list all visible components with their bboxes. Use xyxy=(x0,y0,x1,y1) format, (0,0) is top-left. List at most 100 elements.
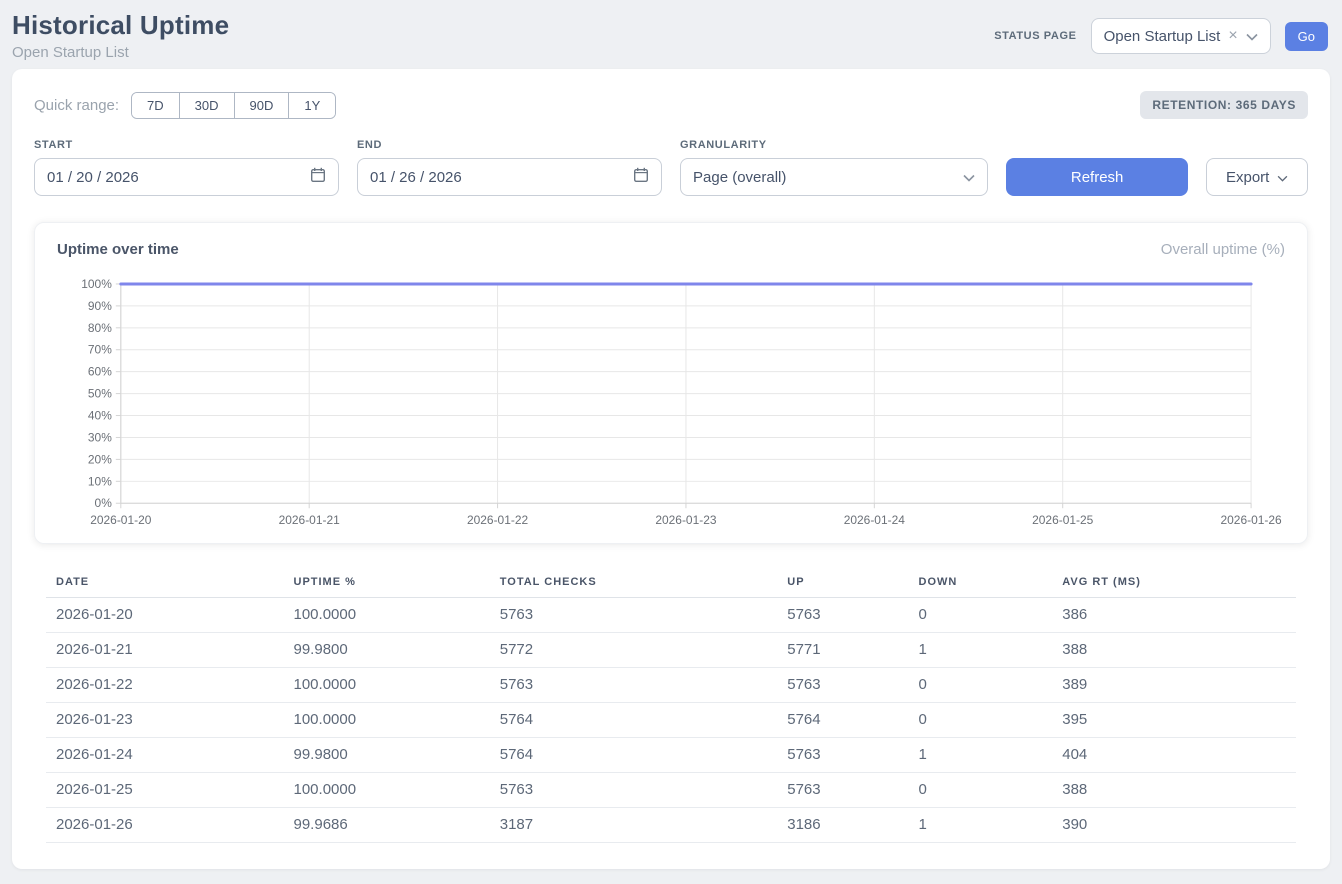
table-cell: 404 xyxy=(1052,738,1296,773)
table-cell: 0 xyxy=(909,703,1053,738)
column-header: AVG RT (MS) xyxy=(1052,568,1296,598)
filters-row: START 01 / 20 / 2026 END 01 / 26 / 2026 … xyxy=(34,139,1308,196)
table-cell: 1 xyxy=(909,808,1053,843)
table-cell: 2026-01-26 xyxy=(46,808,284,843)
granularity-field: GRANULARITY Page (overall) xyxy=(680,139,988,196)
y-tick-label: 60% xyxy=(88,365,112,379)
top-header: Historical Uptime Open Startup List STAT… xyxy=(0,0,1342,69)
x-tick-label: 2026-01-24 xyxy=(844,513,905,527)
calendar-icon[interactable] xyxy=(310,167,326,187)
uptime-line-chart[interactable]: 0%10%20%30%40%50%60%70%80%90%100%2026-01… xyxy=(57,272,1285,533)
export-button-label: Export xyxy=(1226,169,1269,186)
granularity-label: GRANULARITY xyxy=(680,139,988,151)
table-cell: 3187 xyxy=(490,808,778,843)
table-cell: 2026-01-23 xyxy=(46,703,284,738)
table-row: 2026-01-22100.0000576357630389 xyxy=(46,668,1296,703)
granularity-select[interactable]: Page (overall) xyxy=(680,158,988,196)
header-controls: STATUS PAGE Open Startup List × Go xyxy=(994,18,1328,54)
clear-selection-icon[interactable]: × xyxy=(1228,28,1237,44)
table-cell: 1 xyxy=(909,633,1053,668)
refresh-button[interactable]: Refresh xyxy=(1006,158,1188,196)
table-cell: 2026-01-20 xyxy=(46,598,284,633)
table-cell: 5764 xyxy=(490,703,778,738)
table-row: 2026-01-23100.0000576457640395 xyxy=(46,703,1296,738)
calendar-icon[interactable] xyxy=(633,167,649,187)
start-date-input[interactable]: 01 / 20 / 2026 xyxy=(34,158,339,196)
table-cell: 5763 xyxy=(777,738,908,773)
chevron-down-icon xyxy=(963,169,975,186)
table-cell: 100.0000 xyxy=(284,598,490,633)
table-cell: 1 xyxy=(909,738,1053,773)
start-date-field: START 01 / 20 / 2026 xyxy=(34,139,339,196)
quick-range-left: Quick range: 7D30D90D1Y xyxy=(34,92,336,119)
x-tick-label: 2026-01-21 xyxy=(279,513,340,527)
table-cell: 5764 xyxy=(490,738,778,773)
x-tick-label: 2026-01-26 xyxy=(1221,513,1282,527)
table-cell: 388 xyxy=(1052,773,1296,808)
column-header: UPTIME % xyxy=(284,568,490,598)
status-page-select[interactable]: Open Startup List × xyxy=(1091,18,1271,54)
table-cell: 5771 xyxy=(777,633,908,668)
column-header: TOTAL CHECKS xyxy=(490,568,778,598)
table-cell: 395 xyxy=(1052,703,1296,738)
end-date-label: END xyxy=(357,139,662,151)
table-cell: 5763 xyxy=(777,598,908,633)
retention-badge: RETENTION: 365 DAYS xyxy=(1140,91,1308,119)
start-date-label: START xyxy=(34,139,339,151)
table-row: 2026-01-25100.0000576357630388 xyxy=(46,773,1296,808)
column-header: DATE xyxy=(46,568,284,598)
uptime-table-section: DATEUPTIME %TOTAL CHECKSUPDOWNAVG RT (MS… xyxy=(34,568,1308,843)
table-cell: 0 xyxy=(909,773,1053,808)
table-cell: 100.0000 xyxy=(284,773,490,808)
status-page-label: STATUS PAGE xyxy=(994,30,1076,42)
table-row: 2026-01-2699.9686318731861390 xyxy=(46,808,1296,843)
table-cell: 2026-01-22 xyxy=(46,668,284,703)
table-cell: 5763 xyxy=(490,668,778,703)
table-cell: 0 xyxy=(909,598,1053,633)
title-block: Historical Uptime Open Startup List xyxy=(12,10,229,61)
granularity-selected-value: Page (overall) xyxy=(693,169,786,186)
table-cell: 3186 xyxy=(777,808,908,843)
table-cell: 2026-01-25 xyxy=(46,773,284,808)
main-panel: Quick range: 7D30D90D1Y RETENTION: 365 D… xyxy=(12,69,1330,869)
quick-range-30d-button[interactable]: 30D xyxy=(180,93,235,118)
y-tick-label: 100% xyxy=(81,277,112,291)
y-tick-label: 40% xyxy=(88,409,112,423)
status-page-selected-value: Open Startup List xyxy=(1104,28,1221,45)
x-tick-label: 2026-01-20 xyxy=(90,513,151,527)
table-row: 2026-01-2499.9800576457631404 xyxy=(46,738,1296,773)
export-button[interactable]: Export xyxy=(1206,158,1308,196)
x-tick-label: 2026-01-22 xyxy=(467,513,528,527)
table-cell: 389 xyxy=(1052,668,1296,703)
y-tick-label: 90% xyxy=(88,299,112,313)
column-header: DOWN xyxy=(909,568,1053,598)
x-tick-label: 2026-01-23 xyxy=(655,513,716,527)
quick-range-90d-button[interactable]: 90D xyxy=(235,93,290,118)
table-cell: 5763 xyxy=(490,773,778,808)
table-cell: 5763 xyxy=(777,668,908,703)
uptime-chart-card: Uptime over time Overall uptime (%) 0%10… xyxy=(34,222,1308,544)
quick-range-7d-button[interactable]: 7D xyxy=(132,93,180,118)
chart-legend-label: Overall uptime (%) xyxy=(1161,241,1285,258)
table-cell: 99.9686 xyxy=(284,808,490,843)
quick-range-group: 7D30D90D1Y xyxy=(131,92,336,119)
page-title: Historical Uptime xyxy=(12,10,229,41)
quick-range-row: Quick range: 7D30D90D1Y RETENTION: 365 D… xyxy=(34,91,1308,119)
table-header-row: DATEUPTIME %TOTAL CHECKSUPDOWNAVG RT (MS… xyxy=(46,568,1296,598)
table-cell: 100.0000 xyxy=(284,668,490,703)
y-tick-label: 10% xyxy=(88,474,112,488)
go-button[interactable]: Go xyxy=(1285,22,1328,51)
y-tick-label: 70% xyxy=(88,343,112,357)
end-date-field: END 01 / 26 / 2026 xyxy=(357,139,662,196)
end-date-input[interactable]: 01 / 26 / 2026 xyxy=(357,158,662,196)
y-tick-label: 30% xyxy=(88,430,112,444)
table-cell: 5763 xyxy=(777,773,908,808)
table-cell: 99.9800 xyxy=(284,633,490,668)
quick-range-1y-button[interactable]: 1Y xyxy=(289,93,335,118)
table-cell: 100.0000 xyxy=(284,703,490,738)
x-tick-label: 2026-01-25 xyxy=(1032,513,1093,527)
quick-range-label: Quick range: xyxy=(34,97,119,114)
chart-title: Uptime over time xyxy=(57,241,179,258)
chevron-down-icon xyxy=(1246,28,1258,45)
y-tick-label: 80% xyxy=(88,321,112,335)
